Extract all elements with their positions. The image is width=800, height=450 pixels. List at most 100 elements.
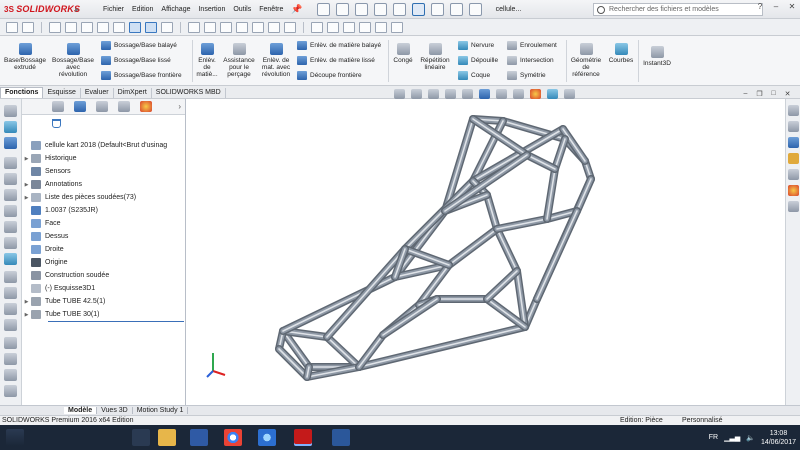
combine-icon[interactable] <box>4 303 17 315</box>
open-folder-icon[interactable] <box>335 2 349 16</box>
extruded-boss-button[interactable]: Base/Bossage extrudé <box>4 43 46 71</box>
tab-solidworks-mbd[interactable]: SOLIDWORKS MBD <box>152 88 226 98</box>
maximize-icon[interactable]: □ <box>769 90 778 99</box>
wrap-button[interactable]: Enroulement <box>507 41 557 50</box>
frame-tube[interactable] <box>486 270 518 300</box>
expand-arrow-icon[interactable]: ▶ <box>22 182 31 188</box>
help-icon[interactable]: ? <box>754 2 766 14</box>
rebuild-icon[interactable] <box>430 2 444 16</box>
tree-item[interactable]: ▶ Historique <box>22 152 185 165</box>
hole-wizard-icon[interactable] <box>4 189 17 201</box>
browser-icon[interactable] <box>258 429 276 446</box>
view-orientation-icon[interactable] <box>479 89 490 99</box>
kart-frame-model[interactable] <box>187 99 785 405</box>
fillet-button[interactable]: Congé <box>392 43 414 64</box>
frame-tube[interactable] <box>526 154 556 170</box>
volume-icon[interactable]: 🔈 <box>746 434 755 442</box>
expand-arrow-icon[interactable]: ▶ <box>22 195 31 201</box>
weldment-icon[interactable] <box>4 105 17 117</box>
frame-tube[interactable] <box>448 228 498 266</box>
tab-vues-3d[interactable]: Vues 3D <box>97 407 133 414</box>
end-cap-icon[interactable] <box>359 21 371 33</box>
menu-edition[interactable]: Edition <box>132 6 153 13</box>
graphics-area[interactable] <box>187 99 785 405</box>
hole-wizard-button[interactable]: Assistance pour le perçage <box>222 43 256 78</box>
close-icon[interactable]: ✕ <box>786 2 798 14</box>
gusset-icon[interactable] <box>375 21 387 33</box>
tab-modele[interactable]: Modèle <box>64 407 98 414</box>
save-icon[interactable] <box>354 2 368 16</box>
menu-insertion[interactable]: Insertion <box>198 6 225 13</box>
lofted-boss-button[interactable]: Bossage/Base lissé <box>101 56 171 65</box>
tab-evaluer[interactable]: Evaluer <box>81 88 114 98</box>
frame-tube[interactable] <box>496 228 518 272</box>
tab-fonctions[interactable]: Fonctions <box>0 87 44 98</box>
revolved-cut-button[interactable]: Enlèv. de mat. avec révolution <box>258 43 294 78</box>
filter-icon[interactable] <box>52 119 61 128</box>
revolved-boss-button[interactable]: Bossage/Base avec révolution <box>52 43 94 78</box>
menu-fenetre[interactable]: Fenêtre <box>259 6 283 13</box>
draft-button[interactable]: Dépouille <box>458 56 498 65</box>
tree-item[interactable]: Face <box>22 217 185 230</box>
weld-bead-icon[interactable] <box>391 21 403 33</box>
menu-fichier[interactable]: Fichier <box>103 6 124 13</box>
arc-icon[interactable] <box>268 21 280 33</box>
weldment-icon[interactable] <box>311 21 323 33</box>
new-document-icon[interactable] <box>316 2 330 16</box>
close-icon[interactable]: ✕ <box>783 90 792 99</box>
options-gear-icon[interactable] <box>468 2 482 16</box>
chevron-right-icon[interactable]: › <box>178 102 181 111</box>
section-view-icon[interactable] <box>445 89 456 99</box>
insert-part-icon[interactable] <box>4 353 17 365</box>
tree-item[interactable]: Droite <box>22 243 185 256</box>
display-style-icon[interactable] <box>97 21 109 33</box>
hide-show-items-icon[interactable] <box>513 89 524 99</box>
task-view-icon[interactable] <box>132 429 150 446</box>
custom-properties-icon[interactable] <box>788 201 799 212</box>
linear-pattern-button[interactable]: Répétition linéaire <box>418 43 452 71</box>
view-orientation-icon[interactable] <box>81 21 93 33</box>
frame-tube[interactable] <box>576 178 592 212</box>
mirror-button[interactable]: Symétrie <box>507 71 546 80</box>
tab-motion-study[interactable]: Motion Study 1 <box>133 407 189 414</box>
3d-sketch-icon[interactable] <box>4 385 17 397</box>
rectangle-icon[interactable] <box>236 21 248 33</box>
end-cap-icon[interactable] <box>4 205 17 217</box>
cut-list-icon[interactable] <box>4 271 17 283</box>
rollback-bar[interactable] <box>48 321 184 322</box>
sketch-icon[interactable] <box>188 21 200 33</box>
print-icon[interactable] <box>373 2 387 16</box>
display-manager-tab-icon[interactable] <box>140 101 152 112</box>
intersect-button[interactable]: Intersection <box>507 56 554 65</box>
tab-esquisse[interactable]: Esquisse <box>43 88 81 98</box>
swept-boss-button[interactable]: Bossage/Base balayé <box>101 41 177 50</box>
trim-icon[interactable] <box>284 21 296 33</box>
tree-item[interactable]: ▶ Annotations <box>22 178 185 191</box>
expand-arrow-icon[interactable]: ▶ <box>22 312 31 318</box>
chrome-icon[interactable] <box>224 429 242 446</box>
edit-appearance-icon[interactable] <box>530 89 541 99</box>
frame-tube[interactable] <box>382 298 438 336</box>
property-manager-tab-icon[interactable] <box>74 101 86 112</box>
file-properties-icon[interactable] <box>449 2 463 16</box>
shell-button[interactable]: Coque <box>458 71 490 80</box>
tree-item[interactable]: 1.0037 (S235JR) <box>22 204 185 217</box>
search-input[interactable]: Rechercher des fichiers et modèles <box>593 3 763 16</box>
scene-icon[interactable] <box>145 21 157 33</box>
appearances-icon[interactable] <box>788 185 799 196</box>
previous-view-icon[interactable] <box>428 89 439 99</box>
minimize-icon[interactable]: – <box>741 90 750 99</box>
view-settings-icon[interactable] <box>161 21 173 33</box>
design-library-icon[interactable] <box>788 137 799 148</box>
outlook-icon[interactable] <box>190 429 208 446</box>
tree-item[interactable]: ▶ Tube TUBE 30(1) <box>22 308 185 321</box>
network-icon[interactable]: ▁▃▅ <box>724 434 740 442</box>
split-icon[interactable] <box>4 287 17 299</box>
frame-tube[interactable] <box>404 180 474 250</box>
apply-scene-icon[interactable] <box>547 89 558 99</box>
solidworks-logo[interactable]: 3S SOLIDWORKS <box>0 4 80 14</box>
trim-extend-icon[interactable] <box>4 137 17 149</box>
swept-cut-button[interactable]: Enlèv. de matière balayé <box>297 41 381 50</box>
zoom-to-fit-icon[interactable] <box>394 89 405 99</box>
file-explorer-icon[interactable] <box>788 153 799 164</box>
